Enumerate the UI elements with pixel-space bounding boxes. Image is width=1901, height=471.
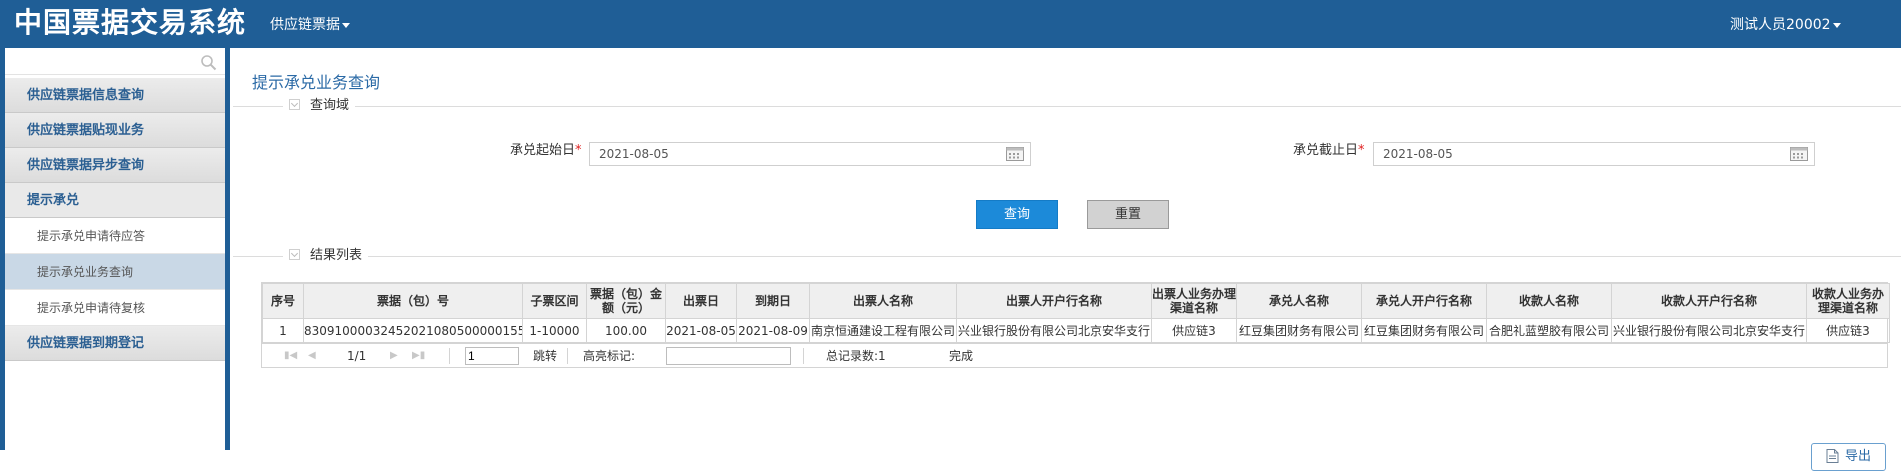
column-header[interactable]: 收款人开户行名称 <box>1611 283 1807 319</box>
table-cell: 1-10000 <box>522 318 587 343</box>
sidebar-item-pending-reply[interactable]: 提示承兑申请待应答 <box>5 218 225 254</box>
reset-button[interactable]: 重置 <box>1087 200 1169 229</box>
collapse-icon[interactable] <box>289 99 300 110</box>
column-header[interactable]: 出票人业务办理渠道名称 <box>1151 283 1237 319</box>
sidebar-panel: 供应链票据信息查询 供应链票据贴现业务 供应链票据异步查询 提示承兑 提示承兑申… <box>5 48 225 450</box>
pagination-bar: ▮◀ ◀ 1/1 ▶ ▶▮ 跳转 高亮标记: 总记录数:1 完成 <box>262 343 1887 367</box>
required-mark: * <box>575 143 582 158</box>
calendar-icon[interactable] <box>1790 147 1808 161</box>
table-cell: 供应链3 <box>1151 318 1237 343</box>
collapse-icon[interactable] <box>289 249 300 260</box>
start-date-input[interactable]: 2021-08-05 <box>589 142 1031 166</box>
status-text: 完成 <box>949 349 974 363</box>
table-cell: 供应链3 <box>1806 318 1890 343</box>
table-cell: 红豆集团财务有限公司 <box>1236 318 1362 343</box>
total-records: 总记录数:1 <box>826 349 886 363</box>
divider <box>803 348 804 364</box>
end-date-value: 2021-08-05 <box>1383 147 1453 161</box>
table-cell: 兴业银行股份有限公司北京安华支行 <box>1611 318 1807 343</box>
column-header[interactable]: 序号 <box>262 283 304 319</box>
start-date-value: 2021-08-05 <box>599 147 669 161</box>
app-title: 中国票据交易系统 <box>14 6 247 39</box>
column-header[interactable]: 出票日 <box>665 283 737 319</box>
table-cell: 红豆集团财务有限公司 <box>1361 318 1487 343</box>
user-menu[interactable]: 测试人员20002 <box>1730 15 1841 35</box>
export-icon <box>1826 449 1839 463</box>
sidebar-item-present-acceptance[interactable]: 提示承兑 <box>5 183 225 218</box>
table-cell: 2021-08-05 <box>665 318 737 343</box>
chevron-down-icon <box>1832 22 1841 28</box>
column-header[interactable]: 收款人名称 <box>1486 283 1612 319</box>
main-content: 提示承兑业务查询 查询域 承兑起始日* 2021-08-05 承兑截止日* 20… <box>233 48 1901 471</box>
user-menu-label: 测试人员20002 <box>1730 17 1831 33</box>
export-button-label: 导出 <box>1844 449 1871 464</box>
table-cell: 830910000324520210805000001557 <box>303 318 523 343</box>
start-date-label: 承兑起始日* <box>510 141 582 161</box>
table-cell: 兴业银行股份有限公司北京安华支行 <box>956 318 1152 343</box>
sidebar-item-maturity-registration[interactable]: 供应链票据到期登记 <box>5 326 225 361</box>
divider <box>449 348 450 364</box>
query-button[interactable]: 查询 <box>976 200 1058 229</box>
next-page-icon[interactable]: ▶ <box>390 344 398 368</box>
supply-chain-menu-label: 供应链票据 <box>270 17 340 33</box>
query-group-legend[interactable]: 查询域 <box>283 97 356 115</box>
sidebar-item-bill-discount[interactable]: 供应链票据贴现业务 <box>5 113 225 148</box>
query-group-title: 查询域 <box>310 98 350 113</box>
sidebar-item-bill-info-query[interactable]: 供应链票据信息查询 <box>5 78 225 113</box>
result-group-title: 结果列表 <box>310 248 363 263</box>
required-mark: * <box>1358 143 1365 158</box>
table-cell: 1 <box>262 318 304 343</box>
sidebar-item-pending-review[interactable]: 提示承兑申请待复核 <box>5 290 225 326</box>
page-number-input[interactable] <box>465 347 519 365</box>
column-header[interactable]: 出票人名称 <box>809 283 957 319</box>
column-header[interactable]: 票据（包）金额（元） <box>586 283 666 319</box>
column-header[interactable]: 收款人业务办理渠道名称 <box>1806 283 1890 319</box>
end-date-label-text: 承兑截止日 <box>1293 143 1359 158</box>
divider <box>567 348 568 364</box>
result-group-legend[interactable]: 结果列表 <box>283 247 369 265</box>
end-date-label: 承兑截止日* <box>1293 141 1365 161</box>
page-indicator: 1/1 <box>347 349 367 363</box>
page-title: 提示承兑业务查询 <box>252 73 381 92</box>
top-header: 中国票据交易系统 供应链票据 测试人员20002 <box>0 0 1901 48</box>
result-table: 序号 票据（包）号 子票区间 票据（包）金额（元） 出票日 到期日 出票人名称 … <box>261 282 1890 368</box>
sidebar: 供应链票据信息查询 供应链票据贴现业务 供应链票据异步查询 提示承兑 提示承兑申… <box>0 48 230 450</box>
jump-button[interactable]: 跳转 <box>533 344 557 368</box>
divider <box>233 106 1901 107</box>
table-cell: 南京恒通建设工程有限公司 <box>809 318 957 343</box>
calendar-icon[interactable] <box>1006 147 1024 161</box>
sidebar-item-async-query[interactable]: 供应链票据异步查询 <box>5 148 225 183</box>
table-cell: 100.00 <box>586 318 666 343</box>
column-header[interactable]: 承兑人开户行名称 <box>1361 283 1487 319</box>
start-date-label-text: 承兑起始日 <box>510 143 576 158</box>
supply-chain-menu[interactable]: 供应链票据 <box>270 15 350 35</box>
column-header[interactable]: 到期日 <box>736 283 810 319</box>
highlight-input[interactable] <box>666 347 791 365</box>
sidebar-nav: 供应链票据信息查询 供应链票据贴现业务 供应链票据异步查询 提示承兑 提示承兑申… <box>5 78 225 361</box>
first-page-icon[interactable]: ▮◀ <box>284 344 297 368</box>
column-header[interactable]: 子票区间 <box>522 283 587 319</box>
table-cell: 2021-08-09 <box>736 318 810 343</box>
column-header[interactable]: 出票人开户行名称 <box>956 283 1152 319</box>
highlight-label: 高亮标记: <box>583 349 636 363</box>
table-header-row: 序号 票据（包）号 子票区间 票据（包）金额（元） 出票日 到期日 出票人名称 … <box>262 283 1890 319</box>
table-cell: 合肥礼蓝塑胶有限公司 <box>1486 318 1612 343</box>
export-button[interactable]: 导出 <box>1811 443 1886 471</box>
prev-page-icon[interactable]: ◀ <box>308 344 316 368</box>
divider <box>233 256 1901 257</box>
last-page-icon[interactable]: ▶▮ <box>412 344 425 368</box>
column-header[interactable]: 承兑人名称 <box>1236 283 1362 319</box>
end-date-input[interactable]: 2021-08-05 <box>1373 142 1815 166</box>
chevron-down-icon <box>342 22 350 28</box>
sidebar-search[interactable] <box>5 50 225 75</box>
sidebar-item-acceptance-query[interactable]: 提示承兑业务查询 <box>5 254 225 290</box>
column-header[interactable]: 票据（包）号 <box>303 283 523 319</box>
search-icon[interactable] <box>200 54 217 71</box>
table-row[interactable]: 1 830910000324520210805000001557 1-10000… <box>262 318 1890 343</box>
